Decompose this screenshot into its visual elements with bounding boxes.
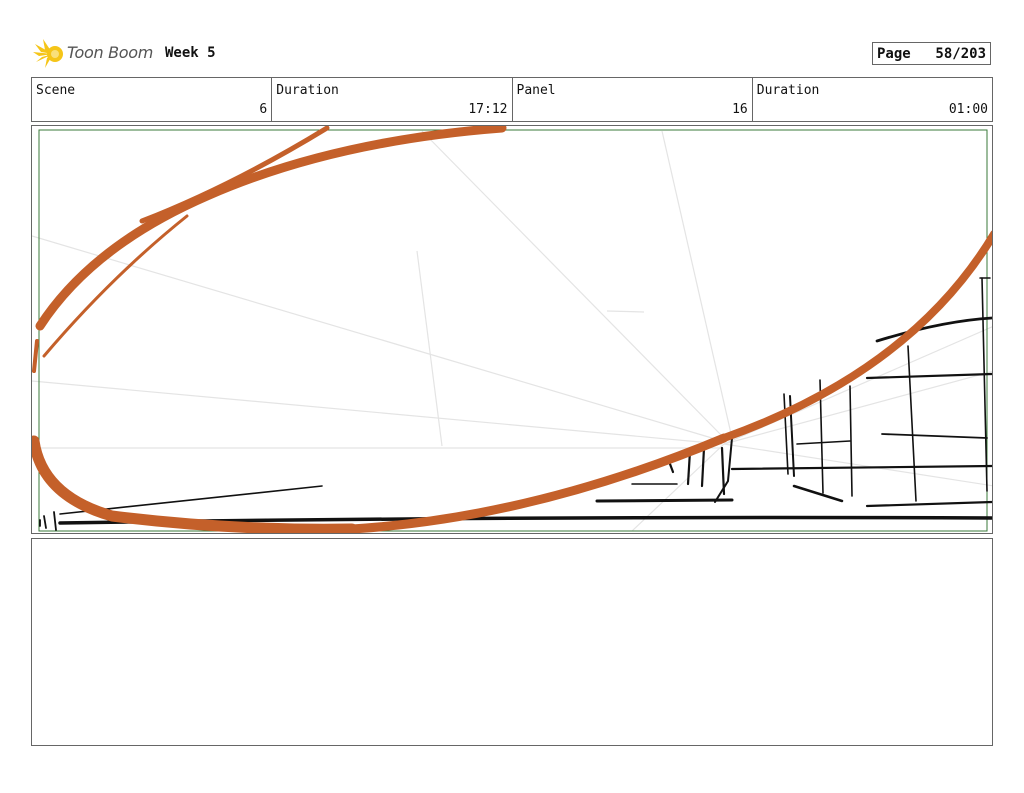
scene-duration-value: 17:12 <box>468 102 508 117</box>
panel-label: Panel <box>516 83 556 98</box>
scene-value: 6 <box>259 102 268 117</box>
storyboard-panel-image <box>31 125 993 534</box>
panel-cell: Panel 16 <box>513 78 753 121</box>
scene-duration-cell: Duration 17:12 <box>272 78 513 121</box>
panel-value: 16 <box>732 102 748 117</box>
panel-duration-value: 01:00 <box>948 102 988 117</box>
panel-notes-area <box>31 538 993 746</box>
scene-duration-label: Duration <box>276 83 339 98</box>
sunburst-logo-icon <box>33 39 63 68</box>
panel-duration-cell: Duration 01:00 <box>753 78 992 121</box>
toon-boom-logo: Toon Boom <box>33 38 158 70</box>
page-label: Page <box>877 45 911 62</box>
sketch-drawing <box>32 126 992 533</box>
page-indicator: Page 58/203 <box>872 42 991 65</box>
panel-duration-label: Duration <box>756 83 820 98</box>
panel-info-row: Scene 6 Duration 17:12 Panel 16 Duration… <box>31 77 993 122</box>
frame-guide <box>38 129 988 532</box>
scene-cell: Scene 6 <box>32 78 273 121</box>
project-title: Week 5 <box>165 45 216 61</box>
page-value: 58/203 <box>935 45 986 62</box>
logo-text: Toon Boom <box>67 43 154 62</box>
scene-label: Scene <box>36 83 76 98</box>
